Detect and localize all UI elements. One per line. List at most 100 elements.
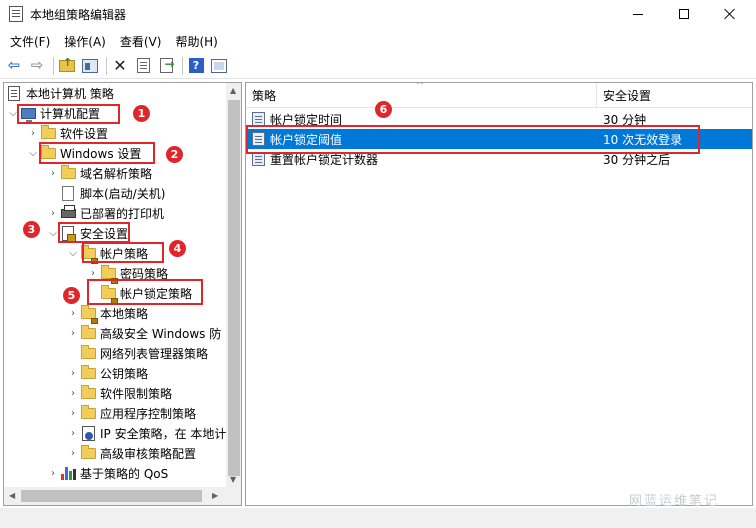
tree-item-network-list[interactable]: 网络列表管理器策略 — [80, 343, 208, 363]
list-header: 策略 ^ 安全设置 — [246, 83, 752, 108]
tree-item-ipsec[interactable]: › IP 安全策略，在 本地计 — [66, 423, 226, 443]
tree-item-audit[interactable]: › 高级审核策略配置 — [66, 443, 196, 463]
up-folder-button[interactable] — [57, 56, 77, 76]
tree-item-local-policies[interactable]: › 本地策略 — [66, 303, 148, 324]
annotation-badge-2: 2 — [166, 146, 183, 163]
scrollbar-thumb[interactable] — [21, 490, 202, 502]
scroll-left-arrow-icon[interactable]: ◀ — [9, 491, 15, 500]
toolbar-separator — [53, 56, 54, 75]
scrollbar-corner — [226, 487, 241, 505]
delete-icon[interactable]: ✕ — [110, 56, 130, 76]
tree-label: 基于策略的 QoS — [80, 466, 169, 481]
tree-item-scripts[interactable]: 脚本(启动/关机) — [60, 183, 165, 203]
mmc-console-button[interactable] — [209, 56, 229, 76]
folder-icon — [60, 164, 76, 181]
annotation-box-5 — [87, 279, 203, 305]
script-icon — [60, 185, 76, 201]
collapsed-chevron-icon[interactable]: › — [86, 268, 100, 279]
tree-label: 软件设置 — [60, 126, 109, 141]
scrollbar-thumb[interactable] — [228, 100, 240, 476]
column-header-policy[interactable]: 策略 ^ — [246, 83, 597, 108]
tree-item-firewall[interactable]: › 高级安全 Windows 防 — [66, 323, 221, 343]
properties-button[interactable] — [133, 56, 153, 76]
status-bar — [0, 508, 756, 528]
tree-label: 应用程序控制策略 — [100, 406, 197, 421]
folder-icon — [40, 124, 56, 141]
tree-item-root[interactable]: 本地计算机 策略 — [6, 83, 114, 103]
menu-help[interactable]: 帮助(H) — [168, 30, 224, 52]
folder-icon — [80, 384, 96, 401]
column-header-label: 安全设置 — [603, 89, 652, 103]
menu-bar: 文件(F) 操作(A) 查看(V) 帮助(H) — [0, 30, 756, 52]
locked-folder-icon — [80, 304, 98, 324]
column-header-label: 策略 — [252, 89, 277, 103]
tree-item-qos[interactable]: › 基于策略的 QoS — [46, 463, 168, 483]
minimize-button[interactable] — [615, 0, 661, 28]
collapsed-chevron-icon[interactable]: › — [26, 128, 40, 139]
tree-item-app-control[interactable]: › 应用程序控制策略 — [66, 403, 196, 423]
minimize-icon — [633, 13, 643, 15]
tree-item-software-restriction[interactable]: › 软件限制策略 — [66, 383, 172, 403]
toolbar-separator — [106, 56, 107, 75]
tree-horizontal-scrollbar[interactable]: ◀ ▶ — [4, 487, 226, 505]
maximize-icon — [679, 9, 689, 19]
tree-item-name-resolution[interactable]: › 域名解析策略 — [46, 163, 152, 183]
printer-icon — [60, 204, 76, 221]
annotation-box-2 — [39, 142, 155, 164]
folder-icon — [80, 364, 96, 381]
tree-label: 脚本(启动/关机) — [80, 186, 166, 201]
help-button[interactable]: ? — [186, 56, 206, 76]
tree-item-software-settings[interactable]: › 软件设置 — [26, 123, 108, 143]
maximize-button[interactable] — [661, 0, 707, 28]
folder-icon — [80, 404, 96, 421]
tree-label: 软件限制策略 — [100, 386, 173, 401]
close-button[interactable] — [707, 0, 753, 28]
tree-vertical-scrollbar[interactable]: ▲ ▼ — [226, 83, 241, 487]
annotation-box-4 — [82, 242, 164, 263]
bar-chart-icon — [60, 465, 76, 481]
menu-view[interactable]: 查看(V) — [113, 30, 169, 52]
expanded-chevron-icon[interactable]: ⌵ — [26, 148, 40, 159]
column-header-setting[interactable]: 安全设置 — [597, 83, 752, 108]
scroll-up-arrow-icon[interactable]: ▲ — [230, 86, 236, 95]
expanded-chevron-icon[interactable]: ⌵ — [66, 248, 80, 259]
title-bar: 本地组策略编辑器 — [0, 0, 756, 28]
annotation-badge-1: 1 — [133, 105, 150, 122]
collapsed-chevron-icon[interactable]: › — [66, 328, 80, 339]
mmc-console-icon — [211, 58, 227, 73]
tree-label: 网络列表管理器策略 — [100, 346, 209, 361]
collapsed-chevron-icon[interactable]: › — [46, 168, 60, 179]
collapsed-chevron-icon[interactable]: › — [66, 428, 80, 439]
tree-item-printers[interactable]: › 已部署的打印机 — [46, 203, 164, 223]
collapsed-chevron-icon[interactable]: › — [66, 408, 80, 419]
collapsed-chevron-icon[interactable]: › — [46, 208, 60, 219]
show-hide-tree-icon — [82, 58, 98, 73]
ipsec-icon — [80, 425, 96, 441]
scroll-right-arrow-icon[interactable]: ▶ — [212, 491, 218, 500]
collapsed-chevron-icon[interactable]: › — [66, 388, 80, 399]
export-list-button[interactable] — [156, 56, 176, 76]
window-title: 本地组策略编辑器 — [30, 8, 127, 22]
gpedit-app-icon — [9, 6, 23, 22]
annotation-badge-3: 3 — [23, 221, 40, 238]
collapsed-chevron-icon[interactable]: › — [46, 468, 60, 479]
forward-arrow-icon[interactable]: ⇨ — [27, 56, 47, 76]
up-folder-icon — [59, 57, 75, 72]
scroll-down-arrow-icon[interactable]: ▼ — [230, 475, 236, 484]
properties-icon — [136, 58, 150, 73]
collapsed-chevron-icon[interactable]: › — [66, 308, 80, 319]
menu-file[interactable]: 文件(F) — [3, 30, 57, 52]
sort-ascending-icon: ^ — [416, 82, 424, 91]
tree-item-public-key[interactable]: › 公钥策略 — [66, 363, 148, 383]
menu-action[interactable]: 操作(A) — [57, 30, 113, 52]
folder-icon — [80, 444, 96, 461]
toolbar-separator — [182, 56, 183, 75]
annotation-box-1 — [17, 104, 120, 124]
collapsed-chevron-icon[interactable]: › — [66, 368, 80, 379]
annotation-badge-6: 6 — [375, 101, 392, 118]
show-hide-tree-button[interactable] — [80, 56, 100, 76]
back-arrow-icon[interactable]: ⇦ — [4, 56, 24, 76]
tree-label: 已部署的打印机 — [80, 206, 165, 221]
annotation-box-6 — [246, 125, 700, 154]
collapsed-chevron-icon[interactable]: › — [66, 448, 80, 459]
